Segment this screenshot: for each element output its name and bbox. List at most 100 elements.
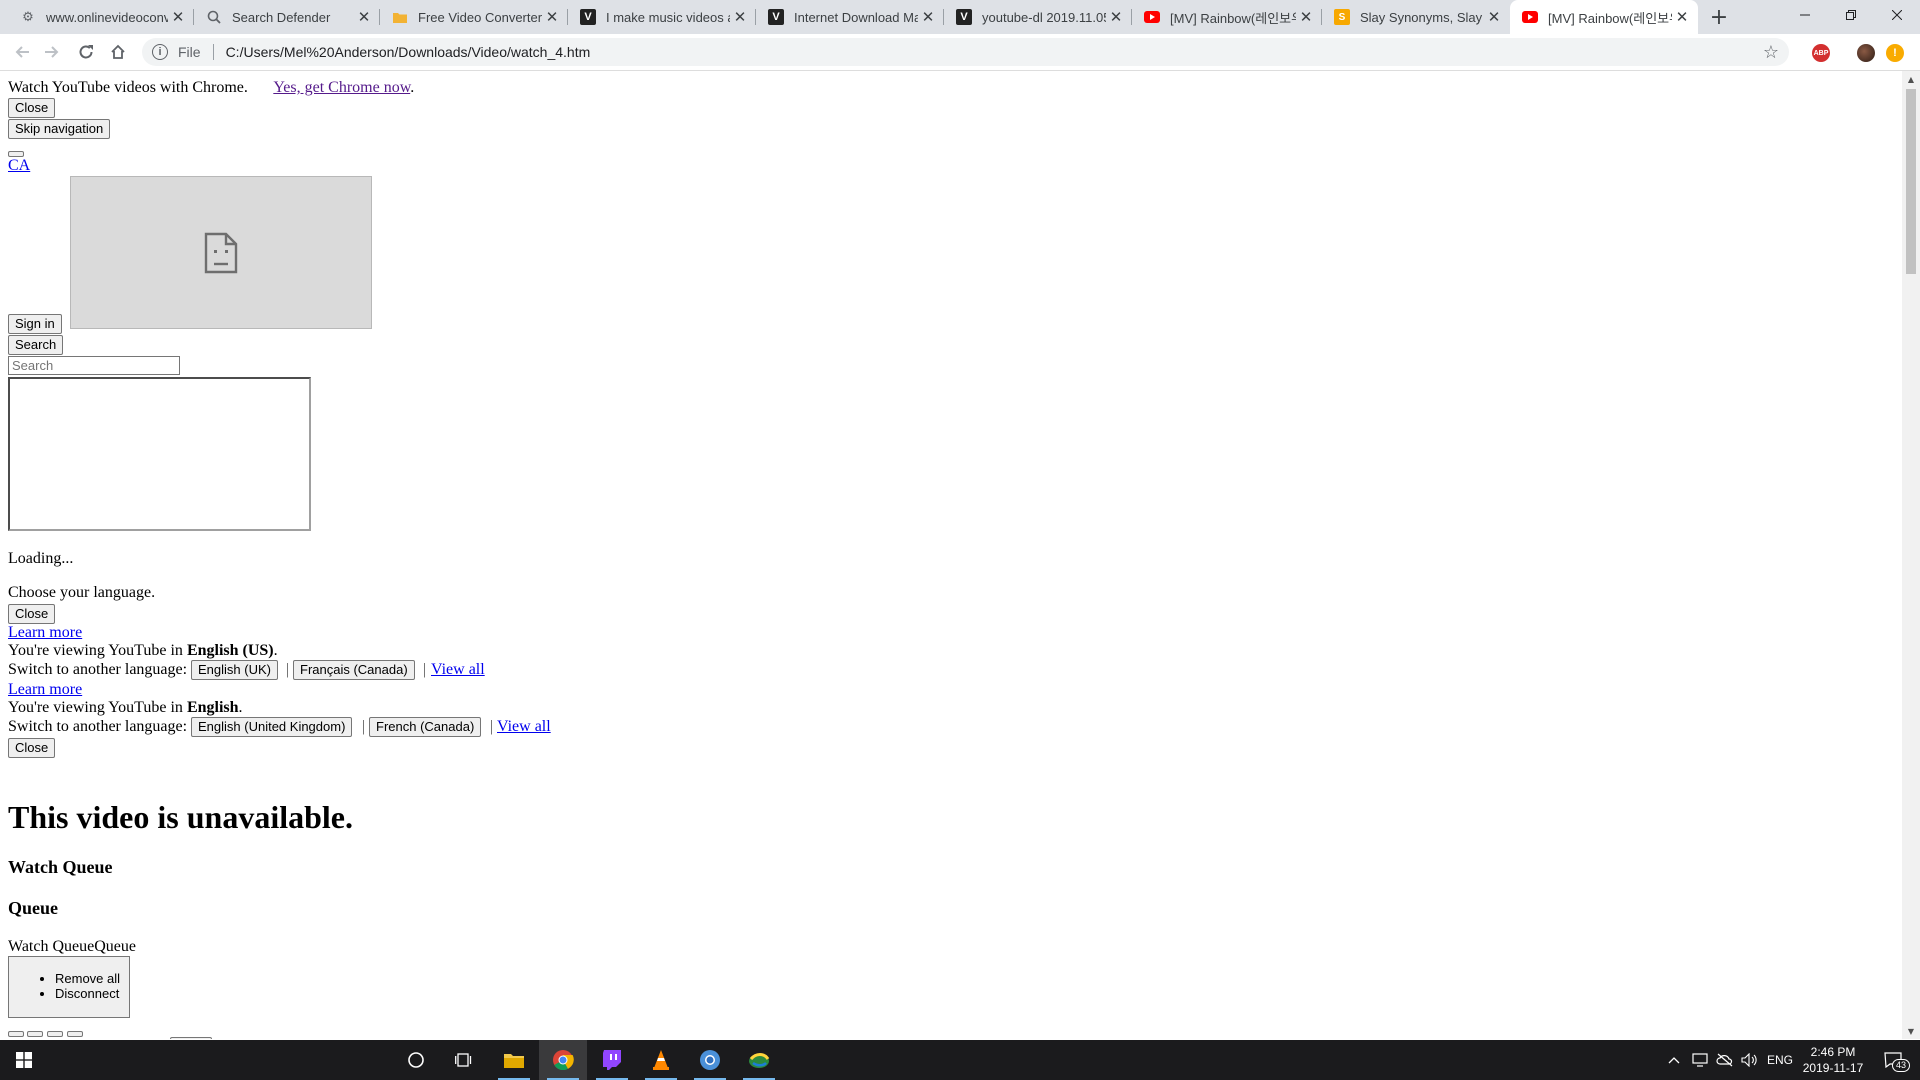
- close-tab-icon[interactable]: ✕: [168, 8, 188, 26]
- close-window-icon[interactable]: [1874, 0, 1920, 30]
- queue-control-button[interactable]: [27, 1031, 43, 1037]
- tab-9-active[interactable]: [MV] Rainbow(레인보우 ✕: [1510, 0, 1698, 34]
- cortana-search-icon[interactable]: [392, 1040, 440, 1080]
- embedded-frame: [8, 377, 311, 531]
- close-tab-icon[interactable]: ✕: [1672, 8, 1692, 26]
- start-windows-icon[interactable]: [0, 1040, 48, 1080]
- twitch-icon[interactable]: [588, 1040, 636, 1080]
- page-scrollbar[interactable]: ▲ ▼: [1902, 71, 1920, 1039]
- clock[interactable]: 2:46 PM 2019-11-17: [1802, 1040, 1864, 1080]
- scroll-up-icon[interactable]: ▲: [1902, 71, 1920, 87]
- adblock-extension-icon[interactable]: ABP: [1812, 44, 1830, 62]
- tab-3[interactable]: Free Video Converter, C ✕: [380, 0, 568, 34]
- viewing-prefix: You're viewing YouTube in: [8, 642, 187, 659]
- search-button[interactable]: Search: [8, 335, 64, 355]
- tab-2[interactable]: Search Defender ✕: [194, 0, 380, 34]
- omnibox-divider: [212, 44, 214, 60]
- broken-plugin-placeholder: [70, 176, 372, 329]
- info-icon[interactable]: i: [152, 44, 168, 60]
- show-hidden-icons[interactable]: [1668, 1040, 1680, 1080]
- notification-badge: 43: [1892, 1059, 1911, 1072]
- profile-avatar[interactable]: [1857, 44, 1875, 62]
- promo-period: .: [410, 79, 415, 96]
- close-tab-icon[interactable]: ✕: [542, 8, 562, 26]
- viewing-language-us: You're viewing YouTube in English (US).: [8, 642, 278, 660]
- queue-control-button[interactable]: [47, 1031, 63, 1037]
- close-tab-icon[interactable]: ✕: [918, 8, 938, 26]
- clock-date: 2019-11-17: [1802, 1061, 1864, 1075]
- chrome-alt-icon[interactable]: [686, 1040, 734, 1080]
- new-tab-button[interactable]: +: [1704, 0, 1734, 34]
- task-view-icon[interactable]: [440, 1040, 488, 1080]
- skip-navigation-button[interactable]: Skip navigation: [8, 119, 111, 139]
- loading-text: Loading...: [8, 550, 74, 567]
- get-chrome-link[interactable]: Yes, get Chrome now: [273, 79, 410, 96]
- network-icon[interactable]: [1692, 1040, 1710, 1080]
- bookmark-star-icon[interactable]: ☆: [1763, 42, 1779, 63]
- remove-all-menu-item[interactable]: Remove all: [55, 971, 129, 986]
- vlc-icon[interactable]: [637, 1040, 685, 1080]
- close-tab-icon[interactable]: ✕: [1296, 8, 1316, 26]
- restore-icon[interactable]: [1828, 0, 1874, 30]
- search-icon: [206, 9, 222, 25]
- tab-title: youtube-dl 2019.11.05: [982, 9, 1106, 25]
- youtube-icon: [1144, 9, 1160, 25]
- back-icon[interactable]: [8, 38, 36, 66]
- chrome-icon[interactable]: [539, 1040, 587, 1080]
- update-alert-icon[interactable]: !: [1886, 44, 1904, 62]
- learn-more-link-2[interactable]: Learn more: [8, 681, 82, 699]
- learn-more-link[interactable]: Learn more: [8, 624, 82, 642]
- tab-title: www.onlinevideoconve: [46, 9, 168, 25]
- forward-icon[interactable]: [38, 38, 66, 66]
- queue-heading: Queue: [8, 898, 59, 918]
- tab-8[interactable]: S Slay Synonyms, Slay An ✕: [1322, 0, 1510, 34]
- reload-icon[interactable]: [72, 38, 100, 66]
- close-tab-icon[interactable]: ✕: [730, 8, 750, 26]
- url-text[interactable]: C:/Users/Mel%20Anderson/Downloads/Video/…: [226, 44, 591, 60]
- minimize-icon[interactable]: [1782, 0, 1828, 30]
- tab-4[interactable]: V I make music videos an ✕: [568, 0, 756, 34]
- english-united-kingdom-button[interactable]: English (United Kingdom): [191, 717, 353, 737]
- youtube-icon: [1522, 9, 1538, 25]
- viewing-lang: English: [186, 699, 239, 716]
- country-link[interactable]: CA: [8, 157, 30, 175]
- search-input[interactable]: Search: [8, 356, 180, 375]
- action-center-icon[interactable]: 43: [1878, 1040, 1911, 1080]
- queue-control-button[interactable]: [170, 1037, 212, 1039]
- scroll-down-icon[interactable]: ▼: [1902, 1023, 1920, 1039]
- cloud-offline-icon[interactable]: [1716, 1040, 1734, 1080]
- viewing-prefix: You're viewing YouTube in: [8, 699, 187, 716]
- french-canada-button[interactable]: French (Canada): [369, 717, 482, 737]
- sign-in-button[interactable]: Sign in: [8, 314, 62, 334]
- file-explorer-icon[interactable]: [490, 1040, 538, 1080]
- close-tab-icon[interactable]: ✕: [1106, 8, 1126, 26]
- close-promo-button[interactable]: Close: [8, 98, 56, 118]
- home-icon[interactable]: [104, 38, 132, 66]
- tab-7[interactable]: [MV] Rainbow(레인보우 ✕: [1132, 0, 1322, 34]
- tab-1[interactable]: ⚙ www.onlinevideoconve ✕: [8, 0, 194, 34]
- english-uk-button[interactable]: English (UK): [191, 660, 278, 680]
- disconnect-menu-item[interactable]: Disconnect: [55, 986, 129, 1001]
- address-bar[interactable]: i File C:/Users/Mel%20Anderson/Downloads…: [142, 38, 1789, 66]
- francais-canada-button[interactable]: Français (Canada): [293, 660, 415, 680]
- close-language-button[interactable]: Close: [8, 604, 56, 624]
- queue-control-button[interactable]: [67, 1031, 83, 1037]
- volume-icon[interactable]: [1741, 1040, 1759, 1080]
- viewing-suffix: .: [273, 642, 278, 659]
- separator: |: [362, 718, 366, 735]
- scrollbar-thumb[interactable]: [1906, 89, 1916, 274]
- view-all-languages-link-2[interactable]: View all: [497, 718, 551, 736]
- view-all-languages-link[interactable]: View all: [431, 661, 485, 679]
- watch-queue-heading: Watch Queue: [8, 857, 113, 877]
- close-tab-icon[interactable]: ✕: [354, 8, 374, 26]
- tab-6[interactable]: V youtube-dl 2019.11.05 ✕: [944, 0, 1132, 34]
- download-manager-icon[interactable]: [735, 1040, 783, 1080]
- close-tab-icon[interactable]: ✕: [1484, 8, 1504, 26]
- input-language[interactable]: ENG: [1767, 1040, 1793, 1080]
- close-language-button-2[interactable]: Close: [8, 738, 56, 758]
- switch-language-label-2: Switch to another language:: [8, 718, 188, 735]
- tab-5[interactable]: V Internet Download Mar ✕: [756, 0, 944, 34]
- queue-menu: Remove all Disconnect: [8, 956, 130, 1018]
- windows-taskbar: ENG 2:46 PM 2019-11-17 43: [0, 1040, 1920, 1080]
- queue-control-button[interactable]: [8, 1031, 24, 1037]
